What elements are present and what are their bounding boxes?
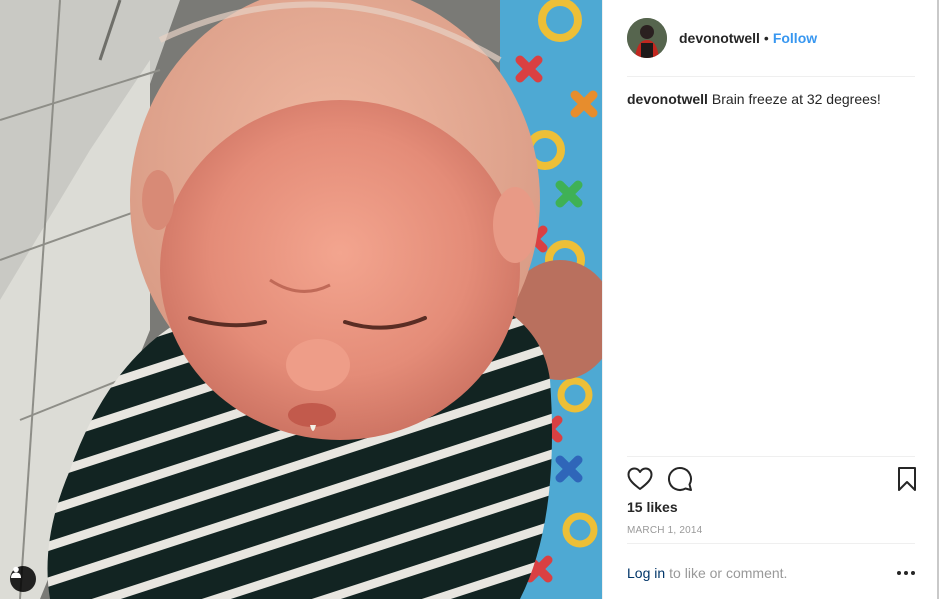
comment-button[interactable] <box>667 464 697 494</box>
post-header: devonotwell • Follow <box>627 16 915 60</box>
more-options-icon <box>897 571 915 575</box>
actions-divider <box>627 456 915 457</box>
avatar[interactable] <box>627 18 667 58</box>
header-divider <box>627 76 915 77</box>
post-caption: devonotwell Brain freeze at 32 degrees! <box>627 90 915 108</box>
header-username[interactable]: devonotwell <box>679 30 760 46</box>
post-date: MARCH 1, 2014 <box>627 525 703 536</box>
login-suffix-text: to like or comment. <box>669 565 788 581</box>
avatar-image <box>627 18 667 58</box>
save-button[interactable] <box>887 464 917 494</box>
user-tag-icon <box>11 566 21 578</box>
follow-button[interactable]: Follow <box>773 30 817 46</box>
login-link[interactable]: Log in <box>627 565 665 581</box>
post-actions <box>627 464 917 494</box>
caption-text: Brain freeze at 32 degrees! <box>711 91 881 107</box>
like-button[interactable] <box>627 464 657 494</box>
bookmark-icon <box>898 467 916 491</box>
header-separator: • <box>763 30 769 46</box>
caption-username[interactable]: devonotwell <box>627 91 708 107</box>
heart-icon <box>627 467 653 490</box>
user-tag-button[interactable] <box>10 566 36 592</box>
baby-photo-illustration <box>0 0 602 599</box>
likes-count[interactable]: 15 likes <box>627 499 678 515</box>
post-side-panel: devonotwell • Follow devonotwell Brain fr… <box>602 0 939 599</box>
instagram-post: devonotwell • Follow devonotwell Brain fr… <box>0 0 939 599</box>
comment-icon <box>668 467 692 491</box>
post-photo[interactable] <box>0 0 602 599</box>
comment-footer: Log in to like or comment. <box>627 563 915 583</box>
more-options-button[interactable] <box>897 563 915 583</box>
footer-divider <box>627 543 915 544</box>
